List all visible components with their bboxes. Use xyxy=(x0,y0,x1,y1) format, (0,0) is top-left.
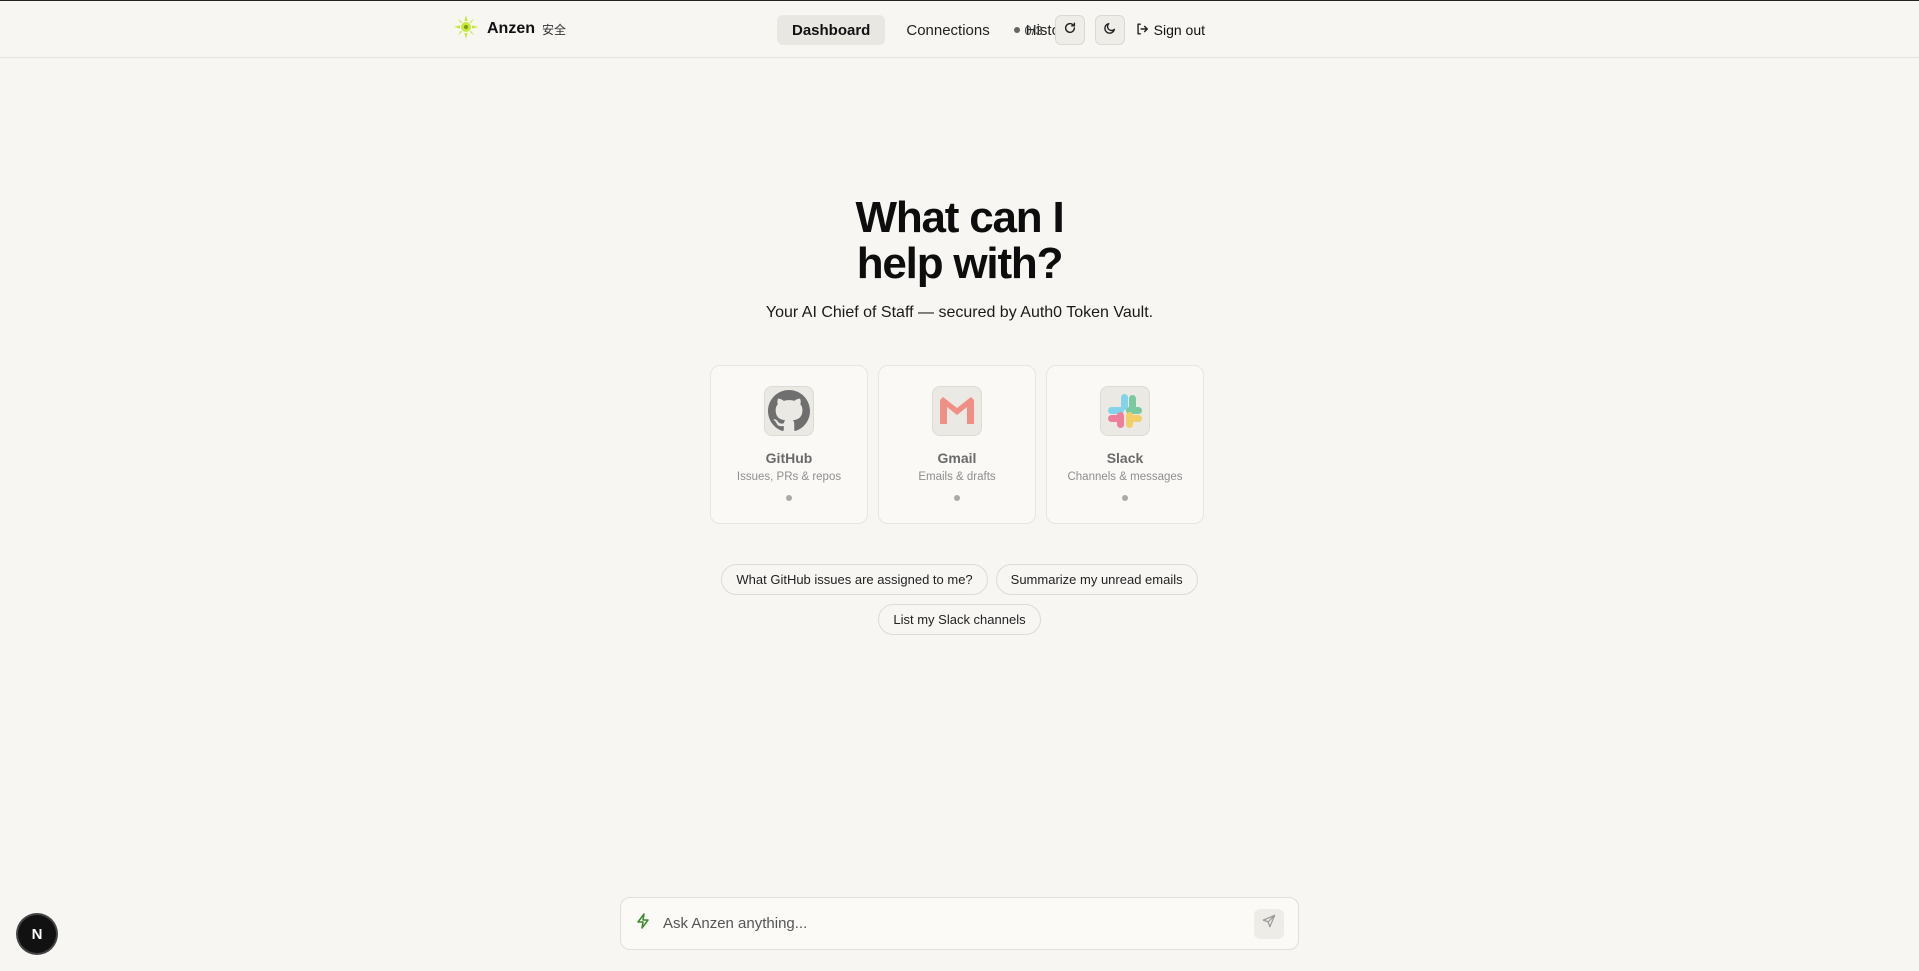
sign-out-label: Sign out xyxy=(1153,22,1205,38)
connection-status-dot xyxy=(954,495,960,501)
integration-card-slack[interactable]: Slack Channels & messages xyxy=(1046,365,1204,524)
send-icon xyxy=(1262,914,1276,933)
integration-cards: GitHub Issues, PRs & repos Gmail Emails … xyxy=(710,365,1204,524)
card-title: Gmail xyxy=(937,450,977,466)
refresh-button[interactable] xyxy=(1054,15,1085,45)
suggestion-unread-emails[interactable]: Summarize my unread emails xyxy=(995,564,1198,595)
card-description: Emails & drafts xyxy=(918,471,996,483)
brand-kanji: 安全 xyxy=(542,22,567,37)
connection-status-dot xyxy=(786,495,792,501)
connection-count: 0/3 xyxy=(1024,22,1043,38)
nav-dashboard[interactable]: Dashboard xyxy=(777,15,886,45)
title-line-1: What can I xyxy=(855,193,1064,242)
card-title: GitHub xyxy=(765,450,813,466)
sign-out-icon xyxy=(1135,22,1149,39)
chat-input[interactable] xyxy=(661,914,1244,933)
suggestion-row-2: List my Slack channels xyxy=(878,604,1041,635)
integration-card-github[interactable]: GitHub Issues, PRs & repos xyxy=(710,365,868,524)
dev-tools-badge[interactable]: N xyxy=(18,915,56,953)
send-button[interactable] xyxy=(1254,908,1284,939)
connection-status: 0/3 xyxy=(1013,22,1043,38)
suggestion-row-1: What GitHub issues are assigned to me? S… xyxy=(721,564,1198,595)
connection-status-dot xyxy=(1122,495,1128,501)
page-subtitle: Your AI Chief of Staff — secured by Auth… xyxy=(765,304,1154,321)
card-description: Issues, PRs & repos xyxy=(736,471,842,483)
lightning-icon xyxy=(635,913,651,934)
suggestion-chips: What GitHub issues are assigned to me? S… xyxy=(0,564,1919,635)
suggestion-slack-channels[interactable]: List my Slack channels xyxy=(878,604,1041,635)
integration-card-gmail[interactable]: Gmail Emails & drafts xyxy=(878,365,1036,524)
github-icon xyxy=(764,386,814,436)
card-title: Slack xyxy=(1106,450,1144,466)
card-description: Channels & messages xyxy=(1067,471,1183,483)
slack-icon xyxy=(1100,386,1150,436)
sign-out-button[interactable]: Sign out xyxy=(1135,22,1205,39)
brand[interactable]: Anzen 安全 xyxy=(454,14,567,44)
nav-connections[interactable]: Connections xyxy=(891,15,1004,45)
top-navigation-bar: Anzen 安全 Dashboard Connections History 0… xyxy=(0,1,1919,58)
sun-logo-icon xyxy=(454,14,478,44)
brand-name: Anzen xyxy=(487,20,535,37)
title-line-2: help with? xyxy=(856,239,1064,288)
refresh-icon xyxy=(1063,21,1077,40)
theme-toggle-button[interactable] xyxy=(1094,15,1125,45)
page-title: What can I help with? xyxy=(0,195,1919,287)
gmail-icon xyxy=(932,386,982,436)
header-actions: 0/3 Sign out xyxy=(1013,15,1205,45)
status-dot-icon xyxy=(1013,27,1020,33)
chat-composer xyxy=(620,897,1299,950)
moon-icon xyxy=(1103,21,1117,40)
suggestion-github-issues[interactable]: What GitHub issues are assigned to me? xyxy=(721,564,988,595)
